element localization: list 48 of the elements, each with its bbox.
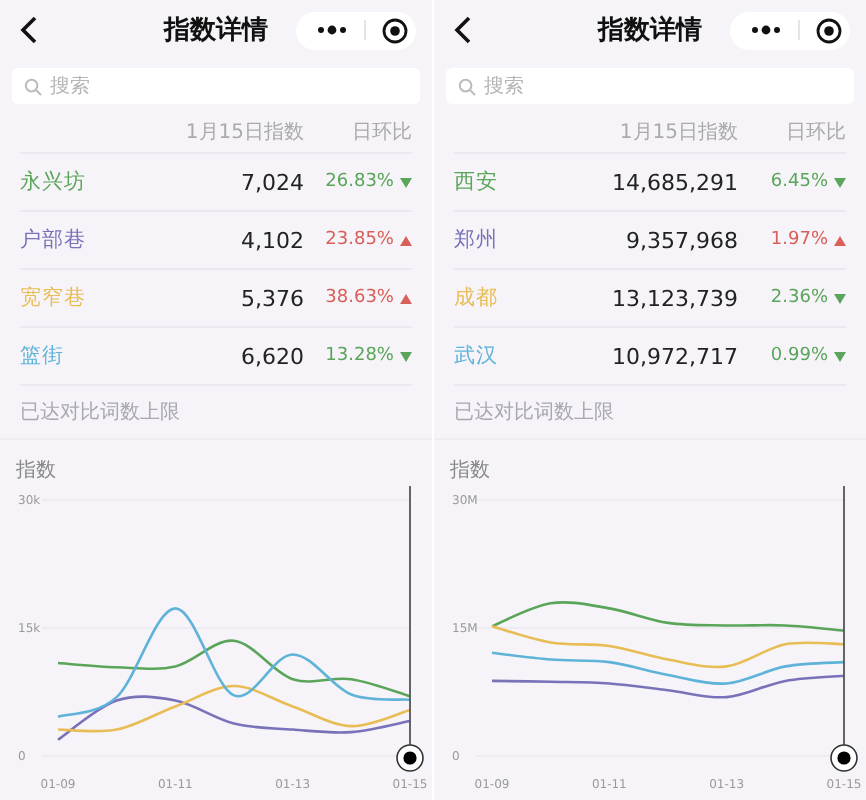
page-title: 指数详情 xyxy=(598,13,702,48)
change-percent: 23.85% xyxy=(325,230,394,250)
search-field[interactable]: 搜索 xyxy=(446,68,854,104)
column-header: 日环比 xyxy=(350,119,412,146)
limit-hint: 已达对比词数上限 xyxy=(20,399,180,426)
search-input[interactable]: 搜索 xyxy=(50,75,290,97)
place-name: 郑州 xyxy=(454,226,500,254)
cursor-handle-icon[interactable] xyxy=(830,744,858,772)
axis-title: 指数 xyxy=(450,460,490,484)
column-header: 1月15日指数 xyxy=(183,119,304,146)
search-icon xyxy=(458,77,476,95)
change-percent: 6.45% xyxy=(770,172,828,192)
search-field[interactable]: 搜索 xyxy=(12,68,420,104)
back-icon[interactable] xyxy=(20,16,38,44)
page-title: 指数详情 xyxy=(164,13,268,48)
change-percent: 13.28% xyxy=(325,346,394,366)
place-name: 成都 xyxy=(454,284,500,312)
search-input[interactable]: 搜索 xyxy=(484,75,724,97)
more-icon[interactable] xyxy=(316,24,348,36)
index-value: 6,620 xyxy=(239,343,304,369)
close-icon[interactable] xyxy=(382,17,408,43)
index-value: 4,102 xyxy=(239,227,304,253)
axis-title: 指数 xyxy=(16,460,56,484)
change-percent: 1.97% xyxy=(770,230,828,250)
more-icon[interactable] xyxy=(750,24,782,36)
change-percent: 2.36% xyxy=(770,288,828,308)
index-value: 13,123,739 xyxy=(610,285,738,311)
limit-hint: 已达对比词数上限 xyxy=(454,399,614,426)
change-percent: 0.99% xyxy=(770,346,828,366)
place-name: 武汉 xyxy=(454,342,500,370)
index-value: 10,972,717 xyxy=(610,343,738,369)
index-value: 14,685,291 xyxy=(610,169,738,195)
place-name: 户部巷 xyxy=(20,226,88,254)
back-icon[interactable] xyxy=(454,16,472,44)
change-percent: 38.63% xyxy=(325,288,394,308)
index-value: 7,024 xyxy=(239,169,304,195)
place-name: 篮街 xyxy=(20,342,66,370)
index-value: 9,357,968 xyxy=(624,227,738,253)
close-icon[interactable] xyxy=(816,17,842,43)
change-percent: 26.83% xyxy=(325,172,394,192)
column-header: 日环比 xyxy=(784,119,846,146)
place-name: 西安 xyxy=(454,168,500,196)
column-header: 1月15日指数 xyxy=(617,119,738,146)
place-name: 永兴坊 xyxy=(20,168,88,196)
index-value: 5,376 xyxy=(239,285,304,311)
place-name: 宽窄巷 xyxy=(20,284,88,312)
cursor-handle-icon[interactable] xyxy=(396,744,424,772)
search-icon xyxy=(24,77,42,95)
